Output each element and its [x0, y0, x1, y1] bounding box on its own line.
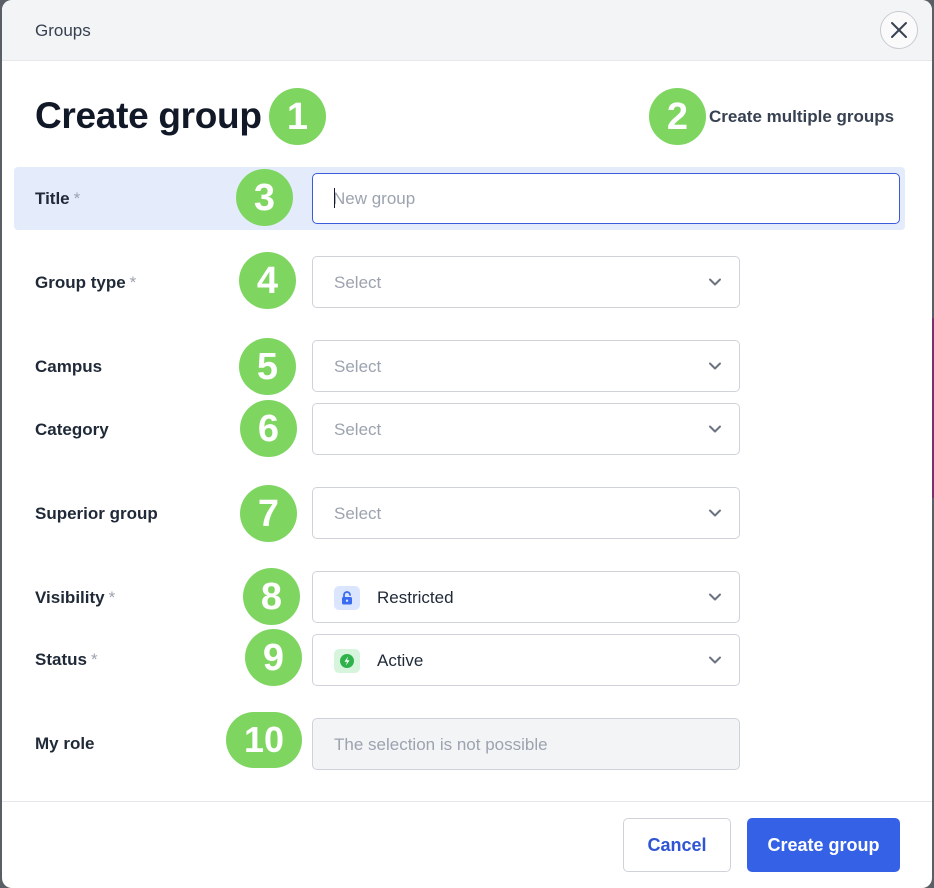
cancel-button[interactable]: Cancel	[623, 818, 731, 872]
chevron-down-icon	[709, 593, 721, 601]
dialog-topbar: Groups	[2, 0, 932, 61]
create-multiple-groups-link[interactable]: Create multiple groups	[709, 107, 894, 127]
create-group-dialog: Groups Create group 1 2 Create multiple …	[2, 0, 932, 888]
annotation-badge: 6	[240, 400, 297, 457]
visibility-label: Visibility *	[35, 588, 116, 607]
my-role-select: The selection is not possible	[312, 718, 740, 770]
chevron-down-icon	[709, 278, 721, 286]
chevron-down-icon	[709, 656, 721, 664]
category-value: Select	[334, 420, 382, 439]
dialog-topbar-title: Groups	[35, 21, 91, 40]
superior-group-label: Superior group	[35, 504, 158, 523]
annotation-badge: 2	[649, 88, 706, 145]
annotation-badge: 8	[243, 568, 300, 625]
superior-group-value: Select	[334, 504, 382, 523]
close-icon	[891, 22, 907, 38]
chevron-down-icon	[709, 425, 721, 433]
group-type-value: Select	[334, 273, 382, 292]
annotation-badge: 5	[239, 338, 296, 395]
category-label: Category	[35, 420, 109, 439]
status-select[interactable]: Active	[312, 634, 740, 686]
bolt-icon	[334, 649, 360, 673]
page-title: Create group	[35, 95, 262, 136]
title-label: Title *	[35, 189, 81, 208]
close-button[interactable]	[880, 11, 918, 49]
my-role-value: The selection is not possible	[334, 735, 548, 754]
chevron-down-icon	[709, 362, 721, 370]
annotation-badge: 4	[239, 252, 296, 309]
group-type-label: Group type *	[35, 273, 137, 292]
campus-select[interactable]: Select	[312, 340, 740, 392]
status-label: Status *	[35, 650, 98, 669]
chevron-down-icon	[709, 509, 721, 517]
text-cursor	[334, 188, 335, 208]
annotation-badge: 1	[269, 88, 326, 145]
annotation-badge: 7	[240, 485, 297, 542]
campus-label: Campus	[35, 357, 103, 376]
create-group-button[interactable]: Create group	[747, 818, 900, 872]
group-type-select[interactable]: Select	[312, 256, 740, 308]
annotation-badge: 3	[236, 169, 293, 226]
title-input[interactable]	[312, 173, 900, 224]
campus-value: Select	[334, 357, 382, 376]
annotation-badge: 10	[226, 712, 302, 768]
category-select[interactable]: Select	[312, 403, 740, 455]
lock-open-icon	[334, 586, 360, 610]
annotation-badge: 9	[245, 629, 302, 686]
my-role-label: My role	[35, 734, 95, 753]
status-value: Active	[377, 651, 424, 670]
visibility-value: Restricted	[377, 588, 454, 607]
superior-group-select[interactable]: Select	[312, 487, 740, 539]
visibility-select[interactable]: Restricted	[312, 571, 740, 623]
